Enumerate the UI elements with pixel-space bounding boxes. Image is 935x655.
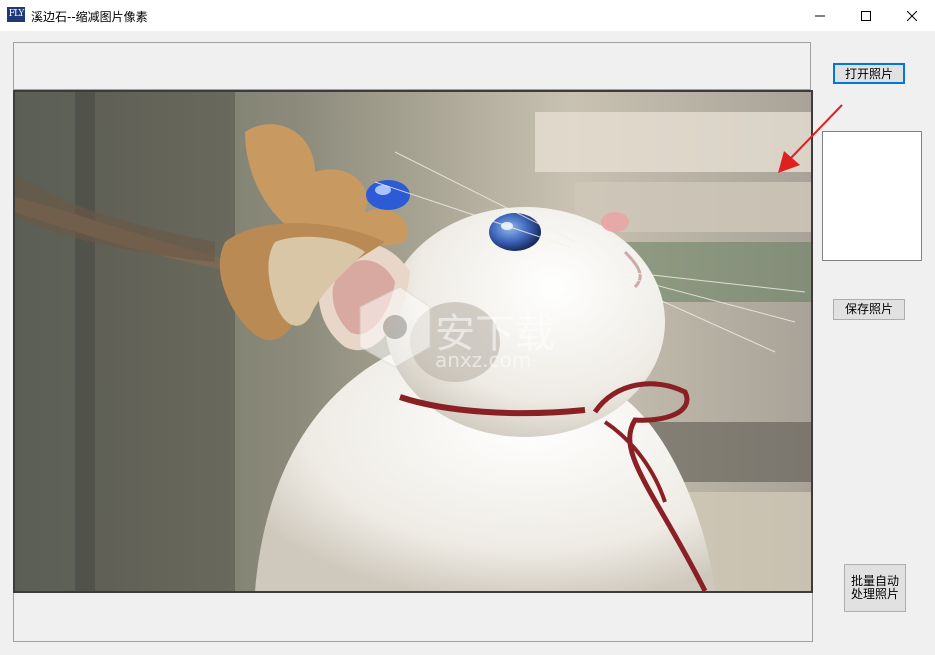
title-divider bbox=[0, 31, 935, 32]
maximize-icon bbox=[861, 10, 871, 21]
close-icon bbox=[907, 10, 917, 21]
save-photo-button[interactable]: 保存照片 bbox=[833, 299, 905, 320]
title-bar[interactable]: FLY 溪边石--缩减图片像素 bbox=[0, 0, 935, 31]
maximize-button[interactable] bbox=[843, 0, 889, 31]
open-photo-button[interactable]: 打开照片 bbox=[833, 63, 905, 84]
annotation-arrow-icon bbox=[778, 104, 843, 173]
batch-process-button[interactable]: 批量自动 处理照片 bbox=[844, 564, 906, 612]
window-title: 溪边石--缩减图片像素 bbox=[31, 10, 148, 24]
minimize-icon bbox=[815, 15, 825, 16]
bottom-panel bbox=[13, 593, 813, 642]
close-button[interactable] bbox=[889, 0, 935, 31]
photo-view: 安下载 anxz.com bbox=[13, 90, 813, 593]
app-logo-icon: FLY bbox=[7, 7, 25, 22]
svg-text:anxz.com: anxz.com bbox=[435, 348, 531, 372]
batch-label-line2: 处理照片 bbox=[850, 587, 899, 601]
top-panel bbox=[13, 42, 811, 90]
minimize-button[interactable] bbox=[797, 0, 843, 31]
cat-photo: 安下载 anxz.com bbox=[15, 92, 811, 591]
